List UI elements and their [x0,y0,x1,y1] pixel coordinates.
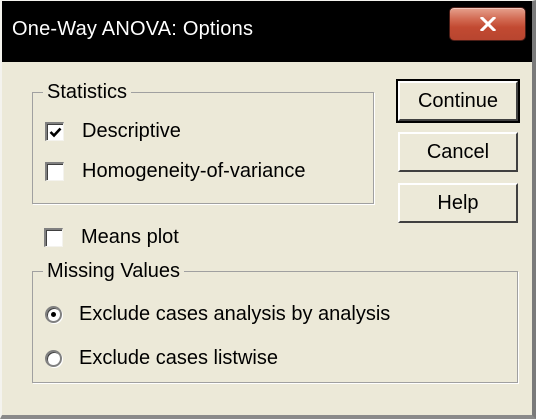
help-button[interactable]: Help [398,183,518,223]
dialog-content: Statistics Descriptive Homogeneity-of-va… [2,62,532,415]
missing-values-group: Missing Values Exclude cases analysis by… [32,259,518,383]
checkmark-icon [49,127,61,137]
missing-values-legend: Missing Values [43,259,185,283]
title-bar[interactable]: One-Way ANOVA: Options [2,1,532,62]
continue-label: Continue [417,90,499,112]
homogeneity-checkbox[interactable] [45,162,64,181]
dialog-window: One-Way ANOVA: Options Statistics Descri… [0,0,536,419]
exclude-analysis-radio[interactable] [45,306,62,323]
exclude-listwise-label: Exclude cases listwise [79,347,278,369]
exclude-analysis-option[interactable]: Exclude cases analysis by analysis [45,303,390,326]
homogeneity-option[interactable]: Homogeneity-of-variance [45,160,305,183]
cancel-button[interactable]: Cancel [398,132,518,172]
descriptive-checkbox[interactable] [45,122,64,141]
statistics-legend: Statistics [43,80,132,104]
window-title: One-Way ANOVA: Options [12,18,254,40]
exclude-listwise-option[interactable]: Exclude cases listwise [45,347,278,370]
exclude-analysis-label: Exclude cases analysis by analysis [79,303,391,325]
descriptive-label: Descriptive [82,120,181,142]
cancel-label: Cancel [426,141,490,163]
means-plot-option[interactable]: Means plot [44,226,179,249]
close-icon [479,17,496,31]
exclude-listwise-radio[interactable] [45,350,62,367]
means-plot-checkbox[interactable] [44,228,63,247]
statistics-group: Statistics Descriptive Homogeneity-of-va… [32,80,374,204]
means-plot-label: Means plot [81,226,179,248]
continue-button[interactable]: Continue [396,79,520,123]
homogeneity-label: Homogeneity-of-variance [82,160,306,182]
help-label: Help [437,192,479,214]
close-button[interactable] [449,7,526,41]
descriptive-option[interactable]: Descriptive [45,120,181,143]
